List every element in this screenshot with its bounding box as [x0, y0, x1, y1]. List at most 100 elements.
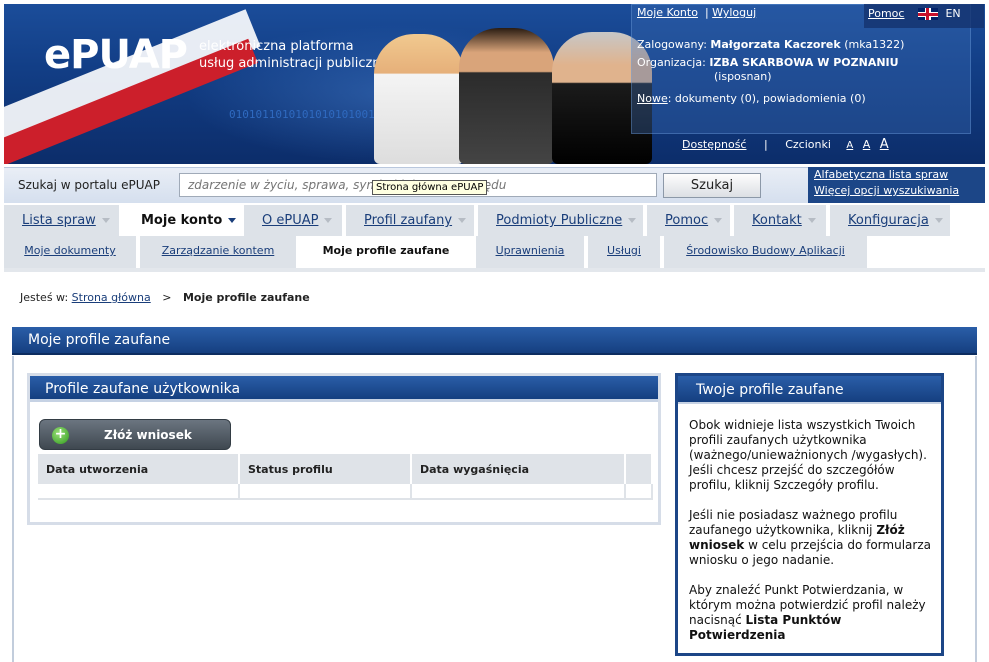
table-row — [38, 484, 653, 500]
help-sidebar: Twoje profile zaufane Obok widnieje list… — [675, 373, 944, 656]
accessibility-bar: Dostępność | Czcionki A A A — [682, 137, 889, 152]
subtab-label: Moje profile zaufane — [322, 244, 450, 257]
tab-podmioty-publiczne[interactable]: Podmioty Publiczne — [478, 205, 645, 236]
link-separator: | — [704, 6, 709, 19]
font-size-large-link[interactable]: A — [880, 137, 889, 152]
more-search-options-link[interactable]: Więcej opcji wyszukiwania — [814, 183, 979, 199]
subtab-zarzadzanie-kontem[interactable]: Zarządzanie kontem — [140, 236, 298, 268]
user-name: Małgorzata Kaczorek — [710, 38, 841, 51]
search-button[interactable]: Szukaj — [663, 173, 761, 198]
user-login: (mka1322) — [844, 38, 905, 51]
sidebar-paragraph-2: Jeśli nie posiadasz ważnego profilu zauf… — [689, 508, 934, 568]
sidebar-p2-text: Jeśli nie posiadasz ważnego profilu zauf… — [689, 508, 898, 537]
help-lang-box: Pomoc EN — [864, 4, 984, 28]
tab-pomoc[interactable]: Pomoc — [647, 205, 732, 236]
tab-label: Pomoc — [665, 213, 709, 228]
access-separator: | — [763, 138, 768, 151]
subtab-moje-profile-zaufane[interactable]: Moje profile zaufane — [300, 236, 474, 268]
org-label: Organizacja: — [637, 56, 706, 69]
subtab-uslugi[interactable]: Usługi — [588, 236, 662, 268]
help-link[interactable]: Pomoc — [868, 7, 904, 20]
search-label: Szukaj w portalu ePUAP — [18, 178, 160, 192]
tab-kontakt[interactable]: Kontakt — [734, 205, 828, 236]
chevron-down-icon — [628, 218, 637, 223]
main-nav: Lista spraw Moje konto O ePUAP Profil za… — [4, 205, 985, 236]
epuap-logo[interactable]: ePUAP — [44, 32, 188, 78]
subnav-divider — [4, 268, 985, 272]
new-link[interactable]: Nowe — [637, 92, 668, 105]
tab-label: O ePUAP — [262, 213, 319, 228]
chevron-down-icon — [458, 218, 467, 223]
uk-flag-icon[interactable] — [917, 8, 938, 20]
tab-o-epuap[interactable]: O ePUAP — [244, 205, 344, 236]
page-title: Moje profile zaufane — [12, 327, 977, 355]
plus-icon: + — [52, 427, 69, 444]
user-info: Zalogowany: Małgorzata Kaczorek (mka1322… — [637, 36, 904, 108]
tab-label: Profil zaufany — [364, 213, 453, 228]
breadcrumb-home-link[interactable]: Strona główna — [72, 291, 151, 304]
font-size-medium-link[interactable]: A — [863, 138, 871, 151]
logged-user-row: Zalogowany: Małgorzata Kaczorek (mka1322… — [637, 36, 904, 54]
sidebar-text: Obok widnieje lista wszystkich Twoich pr… — [689, 418, 934, 658]
breadcrumb-prefix: Jesteś w: — [20, 291, 69, 304]
tab-label: Lista spraw — [22, 213, 96, 228]
logout-link[interactable]: Wyloguj — [712, 6, 756, 19]
logo-subtitle-line-1: elektroniczna platforma — [199, 39, 354, 54]
account-links: Moje Konto | Wyloguj — [637, 6, 756, 19]
alphabetical-list-link[interactable]: Alfabetyczna lista spraw — [814, 167, 979, 183]
logo-subtitle-line-2: usług administracji publicznej — [199, 56, 393, 71]
subtab-moje-dokumenty[interactable]: Moje dokumenty — [4, 236, 138, 268]
binary-decoration: 0101011010101010101001010 — [229, 108, 395, 121]
subtab-srodowisko-budowy-aplikacji[interactable]: Środowisko Budowy Aplikacji — [664, 236, 869, 268]
col-expiry-date[interactable]: Data wygaśnięcia — [412, 454, 626, 484]
accessibility-link[interactable]: Dostępność — [682, 138, 746, 151]
col-created-date[interactable]: Data utworzenia — [38, 454, 240, 484]
my-account-link[interactable]: Moje Konto — [637, 6, 698, 19]
profiles-table: Data utworzenia Status profilu Data wyga… — [38, 454, 653, 500]
sidebar-paragraph-1: Obok widnieje lista wszystkich Twoich pr… — [689, 418, 927, 492]
chevron-down-icon — [934, 218, 943, 223]
submit-application-label: Złóż wniosek — [104, 428, 192, 442]
chevron-down-icon — [101, 218, 110, 223]
chevron-down-icon — [324, 218, 333, 223]
notifications-row: Nowe: dokumenty (0), powiadomienia (0) — [637, 90, 904, 108]
col-profile-status[interactable]: Status profilu — [240, 454, 412, 484]
subtab-label: Zarządzanie kontem — [161, 244, 275, 257]
table-cell — [240, 484, 412, 500]
subtab-uprawnienia[interactable]: Uprawnienia — [476, 236, 586, 268]
chevron-down-icon — [807, 218, 816, 223]
font-size-small-link[interactable]: A — [846, 140, 853, 151]
tab-profil-zaufany[interactable]: Profil zaufany — [346, 205, 476, 236]
notifications-text: : dokumenty (0), powiadomienia (0) — [667, 92, 866, 105]
tab-label: Kontakt — [752, 213, 802, 228]
logo-subtitle: elektroniczna platforma usług administra… — [199, 38, 392, 72]
search-extra-links: Alfabetyczna lista spraw Więcej opcji wy… — [808, 167, 985, 203]
logged-label: Zalogowany: — [637, 38, 707, 51]
col-actions — [626, 454, 653, 484]
tab-lista-spraw[interactable]: Lista spraw — [4, 205, 121, 236]
table-cell — [412, 484, 626, 500]
sidebar-title: Twoje profile zaufane — [678, 376, 941, 404]
subtab-label: Środowisko Budowy Aplikacji — [686, 244, 845, 257]
lang-en-link[interactable]: EN — [945, 7, 960, 20]
banner-person-man-icon — [459, 28, 554, 164]
profiles-box-title: Profile zaufane użytkownika — [30, 376, 658, 402]
subtab-label: Moje dokumenty — [24, 244, 116, 257]
subtab-label: Uprawnienia — [495, 244, 565, 257]
table-cell — [626, 484, 653, 500]
chevron-down-icon — [228, 218, 237, 223]
breadcrumb: Jesteś w: Strona główna > Moje profile z… — [20, 291, 310, 304]
subtab-label: Usługi — [607, 244, 641, 257]
user-profiles-box: Profile zaufane użytkownika + Złóż wnios… — [27, 373, 661, 525]
sub-nav: Moje dokumenty Zarządzanie kontem Moje p… — [4, 236, 985, 268]
submit-application-button[interactable]: + Złóż wniosek — [39, 419, 231, 450]
breadcrumb-current: Moje profile zaufane — [182, 291, 310, 304]
tab-label: Moje konto — [141, 213, 223, 228]
tab-label: Podmioty Publiczne — [496, 213, 623, 228]
sidebar-paragraph-3: Aby znaleźć Punkt Potwierdzania, w który… — [689, 583, 934, 643]
tab-moje-konto[interactable]: Moje konto — [123, 205, 242, 236]
chevron-down-icon — [714, 218, 723, 223]
tab-konfiguracja[interactable]: Konfiguracja — [830, 205, 952, 236]
banner-person-woman-icon — [374, 34, 464, 164]
fonts-label: Czcionki — [785, 138, 831, 151]
